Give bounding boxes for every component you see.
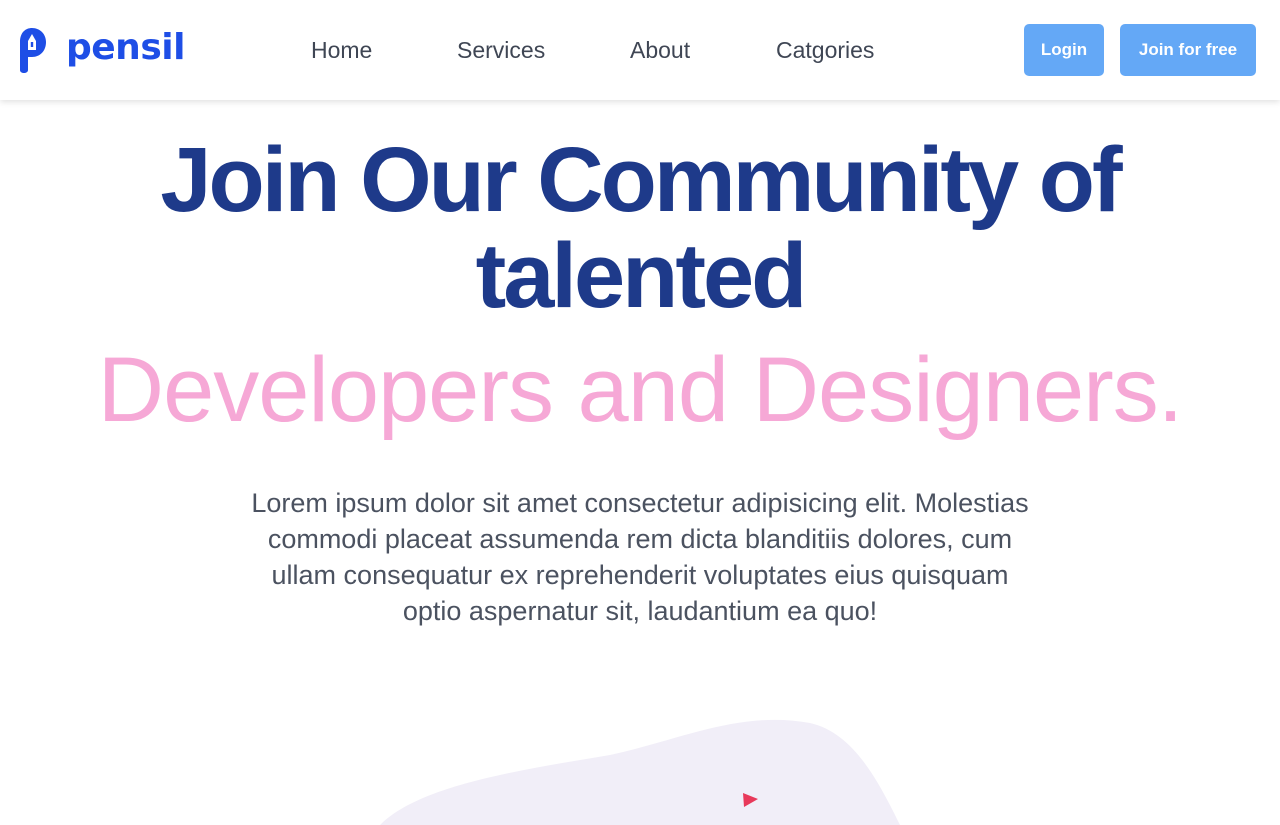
site-header: pensil Home Services About Catgories Log… <box>0 0 1280 100</box>
nav-services[interactable]: Services <box>457 36 545 64</box>
hero-description: Lorem ipsum dolor sit amet consectetur a… <box>251 488 1029 626</box>
hero-title-line2: talented <box>475 225 808 327</box>
pen-nib-logo-icon <box>20 28 46 73</box>
blob-illustration <box>380 719 900 825</box>
nav-categories[interactable]: Catgories <box>776 36 874 64</box>
nav-home[interactable]: Home <box>311 36 372 64</box>
hero-subtitle: Developers and Designers. <box>97 339 1184 441</box>
nav-about[interactable]: About <box>630 36 690 64</box>
logo-link[interactable]: pensil <box>16 26 185 74</box>
hero-title-line1: Join Our Community of <box>160 129 1122 231</box>
login-button[interactable]: Login <box>1024 24 1104 76</box>
join-free-button[interactable]: Join for free <box>1120 24 1256 76</box>
logo-text: pensil <box>66 27 185 68</box>
